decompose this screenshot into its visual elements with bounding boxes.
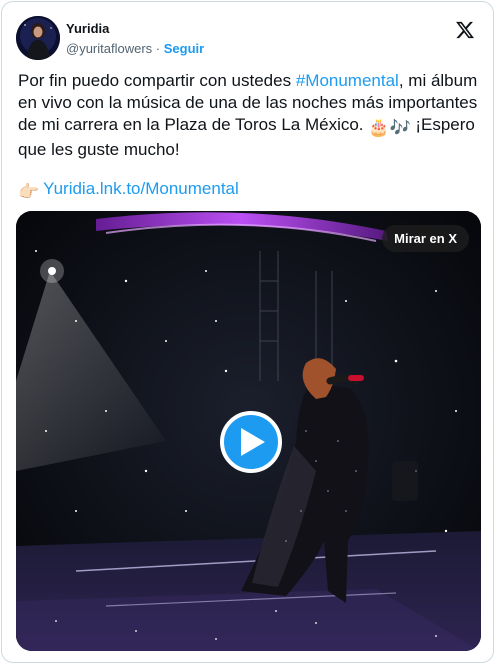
author-handle-row: @yuritaflowers · Seguir xyxy=(66,41,204,56)
avatar[interactable] xyxy=(16,16,60,60)
x-logo-icon[interactable] xyxy=(455,20,475,40)
tweet-text: Por fin puedo compartir con ustedes #Mon… xyxy=(18,70,488,161)
tweet-header: Yuridia @yuritaflowers · Seguir xyxy=(16,14,479,62)
album-link[interactable]: Yuridia.lnk.to/Monumental xyxy=(43,179,239,198)
watch-on-x-button[interactable]: Mirar en X xyxy=(382,225,469,252)
handle-separator: · xyxy=(155,41,161,56)
follow-button[interactable]: Seguir xyxy=(164,41,204,56)
author-name[interactable]: Yuridia xyxy=(66,21,109,36)
tweet-card: Yuridia @yuritaflowers · Seguir Por fin … xyxy=(1,1,494,663)
video-media[interactable]: Mirar en X xyxy=(16,211,481,651)
avatar-image xyxy=(16,16,60,60)
cake-emoji-icon: 🎂 xyxy=(368,118,390,137)
link-line: 👉🏻 Yuridia.lnk.to/Monumental xyxy=(18,178,239,203)
tweet-text-part: Por fin puedo compartir con ustedes xyxy=(18,71,296,90)
hashtag-link[interactable]: #Monumental xyxy=(296,71,399,90)
play-icon xyxy=(241,428,265,456)
pointing-hand-emoji-icon: 👉🏻 xyxy=(18,182,40,201)
music-notes-emoji-icon: 🎶 xyxy=(389,118,411,137)
tweet-paragraph: Por fin puedo compartir con ustedes #Mon… xyxy=(18,70,488,161)
author-handle[interactable]: @yuritaflowers xyxy=(66,41,152,56)
play-button[interactable] xyxy=(220,411,282,473)
